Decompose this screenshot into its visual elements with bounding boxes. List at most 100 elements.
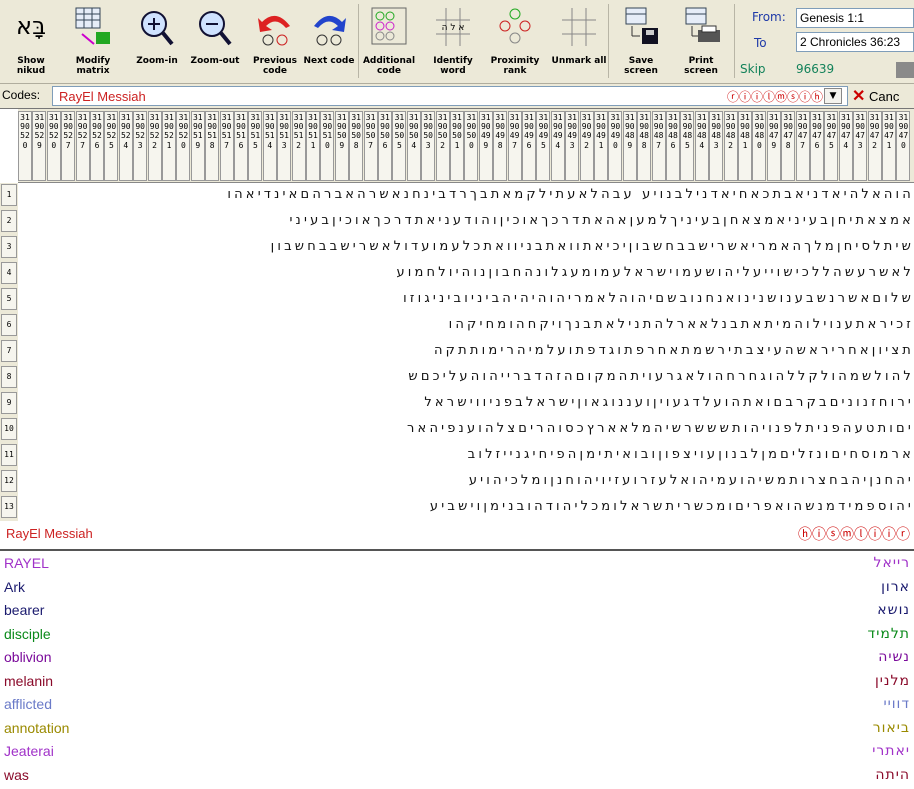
save-screen-button[interactable]: Save screen <box>612 2 670 82</box>
column-header[interactable]: 3190508 <box>349 111 364 181</box>
column-header[interactable]: 3190485 <box>680 111 695 181</box>
column-header[interactable]: 3190496 <box>522 111 536 181</box>
column-header[interactable]: 3190481 <box>738 111 752 181</box>
column-header[interactable]: 3190506 <box>378 111 392 181</box>
column-header[interactable]: 3190491 <box>594 111 608 181</box>
column-header[interactable]: 3190529 <box>32 111 47 181</box>
to-input[interactable]: 2 Chronicles 36:23 <box>796 32 914 52</box>
column-header[interactable]: 3190518 <box>205 111 220 181</box>
term-name[interactable]: bearer <box>4 599 44 622</box>
matrix-row[interactable]: זכיראתענוילוהמיתאתבנלאארלהתנילאתבנךויקחה… <box>18 313 914 337</box>
column-header[interactable]: 3190488 <box>637 111 652 181</box>
column-header[interactable]: 3190505 <box>392 111 407 181</box>
column-header[interactable]: 3190513 <box>277 111 292 181</box>
matrix-row[interactable]: ירוחזנוניםבקרבםואתהועלדגעויןועננוגאוןישר… <box>18 391 914 415</box>
matrix-row[interactable]: הוהאלהיאדניאבתכאחיאדנילבנויע עבהלאעתילקמ… <box>18 183 914 207</box>
column-header[interactable]: 3190489 <box>622 111 637 181</box>
column-header[interactable]: 3190519 <box>190 111 205 181</box>
column-header[interactable]: 3190516 <box>234 111 248 181</box>
column-header[interactable]: 3190509 <box>334 111 349 181</box>
matrix-row[interactable]: תציוןאחריראשהעיצבתירשמתאחרפתוגדפתועלמיהר… <box>18 339 914 363</box>
term-name[interactable]: disciple <box>4 623 51 646</box>
column-header[interactable]: 3190514 <box>262 111 277 181</box>
column-header[interactable]: 3190522 <box>147 111 162 181</box>
zoom-out-button[interactable]: Zoom-out <box>186 2 244 82</box>
column-header[interactable]: 3190479 <box>766 111 781 181</box>
cancel-button[interactable]: ✕ Canc <box>852 86 914 106</box>
column-header[interactable]: 3190503 <box>421 111 436 181</box>
column-header[interactable]: 3190495 <box>536 111 551 181</box>
column-header[interactable]: 3190470 <box>896 111 911 181</box>
row-header[interactable]: 12 <box>1 470 17 492</box>
matrix-row[interactable]: יםותטעהפניתלפנויהותשששרשיהמלאארץכסוהריםצ… <box>18 417 914 441</box>
show-nikud-button[interactable]: בָּא Show nikud <box>2 2 60 82</box>
column-header[interactable]: 3190472 <box>867 111 882 181</box>
matrix-row[interactable]: אמצאתיחןבעיניאמצאחןבעיניךלמעןאהאתדרכךאוכ… <box>18 209 914 233</box>
column-header[interactable]: 3190477 <box>795 111 810 181</box>
column-header[interactable]: 3190476 <box>810 111 824 181</box>
column-header[interactable]: 3190517 <box>219 111 234 181</box>
column-header[interactable]: 3190501 <box>450 111 464 181</box>
column-header[interactable]: 3190525 <box>104 111 119 181</box>
column-header[interactable]: 3190494 <box>550 111 565 181</box>
matrix-row[interactable]: שיתלסיחןמלךהאמריאשרישבבחשבוןיכיאתוואתבני… <box>18 235 914 259</box>
column-header[interactable]: 3190471 <box>882 111 896 181</box>
column-header[interactable]: 3190526 <box>90 111 104 181</box>
row-header[interactable]: 6 <box>1 314 17 336</box>
additional-code-button[interactable]: Additional code <box>360 2 418 82</box>
column-header[interactable]: 3190504 <box>406 111 421 181</box>
term-name[interactable]: Ark <box>4 576 25 599</box>
previous-code-button[interactable]: Previous code <box>246 2 304 82</box>
term-name[interactable]: RAYEL <box>4 552 49 575</box>
row-header[interactable]: 10 <box>1 418 17 440</box>
column-header[interactable]: 3190480 <box>752 111 767 181</box>
column-header[interactable]: 3190515 <box>248 111 263 181</box>
column-header[interactable]: 3190527 <box>61 111 76 181</box>
column-header[interactable]: 3190492 <box>579 111 594 181</box>
identify-word-button[interactable]: א ל ה Identify word <box>424 2 482 82</box>
column-header[interactable]: 3190512 <box>291 111 306 181</box>
column-header[interactable]: 3190478 <box>781 111 796 181</box>
term-name[interactable]: oblivion <box>4 646 51 669</box>
zoom-in-button[interactable]: Zoom-in <box>128 2 186 82</box>
column-header[interactable]: 3190499 <box>478 111 493 181</box>
row-header[interactable]: 11 <box>1 444 17 466</box>
matrix-row[interactable]: להולשמהולקללהוגחרחהולאגרעויתהמקוםהזהדברי… <box>18 365 914 389</box>
column-header[interactable]: 3190493 <box>565 111 580 181</box>
unmark-all-button[interactable]: Unmark all <box>550 2 608 82</box>
matrix-row[interactable]: יהוספמידמנשהואפריםומכשריתשראלומכליהודהוב… <box>18 495 914 519</box>
codes-input[interactable]: RayEl Messiah ⓡⓘⓘⓛⓜⓢⓘⓗ <box>52 86 848 106</box>
column-header[interactable]: 3190487 <box>651 111 666 181</box>
row-header[interactable]: 1 <box>1 184 17 206</box>
letter-matrix[interactable]: הוהאלהיאדניאבתכאחיאדנילבנויע עבהלאעתילקמ… <box>18 183 914 521</box>
column-header[interactable]: 3190527 <box>75 111 90 181</box>
column-header[interactable]: 3190486 <box>666 111 680 181</box>
row-header[interactable]: 3 <box>1 236 17 258</box>
column-header[interactable]: 3190521 <box>162 111 176 181</box>
row-header[interactable]: 2 <box>1 210 17 232</box>
row-header[interactable]: 5 <box>1 288 17 310</box>
column-header[interactable]: 3190507 <box>363 111 378 181</box>
row-header[interactable]: 8 <box>1 366 17 388</box>
column-header[interactable]: 3190484 <box>694 111 709 181</box>
modify-matrix-button[interactable]: Modify matrix <box>64 2 122 82</box>
matrix-row[interactable]: ארמוסחיםונזליםמןלבנוןעויצפוןובואיתימןהפי… <box>18 443 914 467</box>
row-header[interactable]: 7 <box>1 340 17 362</box>
column-header[interactable]: 3190482 <box>723 111 738 181</box>
column-header[interactable]: 3190475 <box>824 111 839 181</box>
print-screen-button[interactable]: Print screen <box>672 2 730 82</box>
column-header[interactable]: 3190520 <box>176 111 191 181</box>
column-header[interactable]: 3190500 <box>464 111 479 181</box>
row-header[interactable]: 13 <box>1 496 17 518</box>
term-name[interactable]: annotation <box>4 717 69 740</box>
next-code-button[interactable]: Next code <box>300 2 358 82</box>
from-input[interactable]: Genesis 1:1 <box>796 8 914 28</box>
column-header[interactable]: 3190523 <box>133 111 148 181</box>
column-header[interactable]: 3190524 <box>118 111 133 181</box>
column-header[interactable]: 3190502 <box>435 111 450 181</box>
column-header[interactable]: 3190520 <box>18 111 32 181</box>
term-name[interactable]: melanin <box>4 670 53 693</box>
row-header[interactable]: 9 <box>1 392 17 414</box>
proximity-rank-button[interactable]: Proximity rank <box>486 2 544 82</box>
column-header[interactable]: 3190510 <box>320 111 335 181</box>
